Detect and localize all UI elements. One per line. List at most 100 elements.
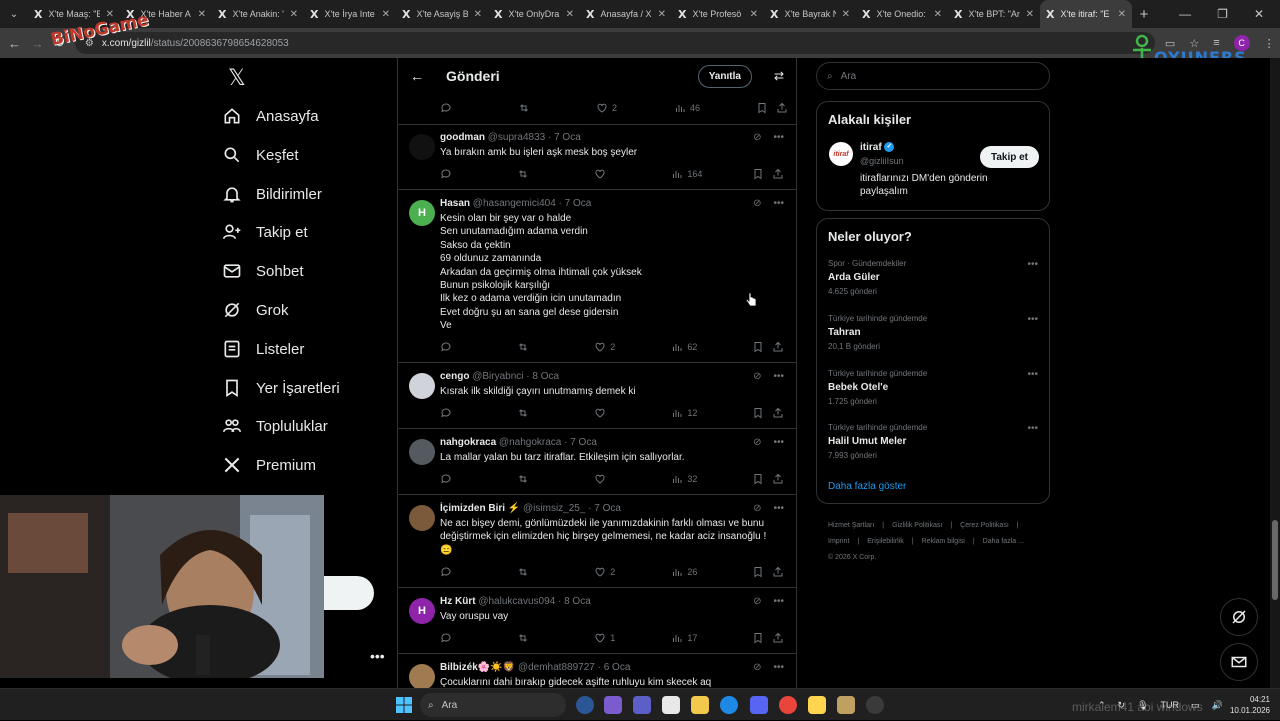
trend-item[interactable]: Spor · Gündemdekiler Arda Güler 4.625 gönd… <box>828 259 1038 296</box>
reply-button[interactable] <box>440 632 517 644</box>
tweet[interactable]: cengo @Biryabnci · 8 Oca ⊘ ••• Kısrak ilk s… <box>398 363 796 429</box>
repost-button[interactable] <box>517 566 594 578</box>
like-button[interactable] <box>594 407 671 419</box>
browser-tab[interactable]: X X'te Asayiş B ✕ <box>396 0 488 28</box>
reply-button[interactable] <box>440 473 517 485</box>
tab-close-icon[interactable]: ✕ <box>842 9 850 20</box>
tab-close-icon[interactable]: ✕ <box>566 9 574 20</box>
x-logo-icon[interactable]: 𝕏 <box>228 66 246 91</box>
tab-close-icon[interactable]: ✕ <box>474 9 482 20</box>
more-options-icon[interactable]: ••• <box>773 132 784 143</box>
trend-more-icon[interactable]: ••• <box>1027 314 1038 325</box>
avatar[interactable]: H <box>409 200 435 226</box>
author-name[interactable]: goodman <box>440 132 485 143</box>
share-icon[interactable] <box>776 102 788 114</box>
nav-notifications[interactable]: Bildirimler <box>222 179 322 209</box>
scrollbar-thumb[interactable] <box>1272 520 1278 600</box>
new-tab-button[interactable]: + <box>1132 6 1156 23</box>
page-scrollbar[interactable] <box>1270 58 1280 688</box>
grok-explain-icon[interactable]: ⊘ <box>753 662 761 673</box>
obs-icon[interactable] <box>866 696 884 714</box>
bookmark-button[interactable] <box>752 632 772 644</box>
views-button[interactable]: 12 <box>671 407 752 419</box>
views-icon[interactable]: 46 <box>674 102 756 114</box>
browser-tab[interactable]: X X'te Bayrak N ✕ <box>764 0 856 28</box>
tweet[interactable]: İçimizden Biri ⚡ @isimsiz_25_ · 7 Oca ⊘ ••… <box>398 495 796 588</box>
author-handle[interactable]: @Biryabnci · 8 Oca <box>472 371 559 382</box>
bookmark-button[interactable] <box>752 566 772 578</box>
nav-lists[interactable]: Listeler <box>222 334 304 364</box>
footer-link[interactable]: Çerez Politikası <box>960 522 1009 529</box>
author-handle[interactable]: @halukcavus094 · 8 Oca <box>478 596 590 607</box>
reply-button[interactable] <box>440 341 517 353</box>
browser-tab[interactable]: X X'te Anakin: " ✕ <box>212 0 304 28</box>
bookmark-button[interactable] <box>752 407 772 419</box>
views-button[interactable]: 32 <box>671 473 752 485</box>
grok-explain-icon[interactable]: ⊘ <box>753 503 761 514</box>
avatar[interactable] <box>409 664 435 688</box>
author-handle[interactable]: @nahgokraca · 7 Oca <box>499 437 597 448</box>
tweet[interactable]: goodman @supra4833 · 7 Oca ⊘ ••• Ya bırakın… <box>398 124 796 190</box>
nav-home[interactable]: Anasayfa <box>222 101 319 131</box>
messages-fab[interactable] <box>1220 643 1258 681</box>
bookmark-button[interactable] <box>752 341 772 353</box>
show-more-link[interactable]: Daha fazla göster <box>828 481 906 492</box>
more-options-icon[interactable]: ••• <box>773 437 784 448</box>
trend-item[interactable]: Türkiye tarihinde gündemde Tahran 20,1 B g… <box>828 314 1038 351</box>
forward-icon[interactable]: → <box>31 36 44 51</box>
views-button[interactable]: 17 <box>671 632 752 644</box>
tab-close-icon[interactable]: ✕ <box>934 9 942 20</box>
tab-close-icon[interactable]: ✕ <box>1118 9 1126 20</box>
trend-item[interactable]: Türkiye tarihinde gündemde Bebek Otel'e 1.… <box>828 369 1038 406</box>
like-button[interactable] <box>594 168 671 180</box>
repost-button[interactable] <box>517 473 594 485</box>
browser-tab[interactable]: X X'te OnlyDra ✕ <box>488 0 580 28</box>
repost-button[interactable] <box>517 632 594 644</box>
share-button[interactable] <box>772 407 788 419</box>
file-explorer-icon[interactable] <box>691 696 709 714</box>
nav-explore[interactable]: Keşfet <box>222 140 299 170</box>
menu-icon[interactable]: ⋮ <box>1264 37 1275 50</box>
browser-tab[interactable]: X X'te İrya Inte ✕ <box>304 0 396 28</box>
like-icon[interactable]: 2 <box>596 102 674 114</box>
like-button[interactable]: 2 <box>594 566 671 578</box>
more-options-icon[interactable]: ••• <box>773 503 784 514</box>
browser-tab[interactable]: X Anasayfa / X ✕ <box>580 0 672 28</box>
footer-link[interactable]: Reklam bilgisi <box>922 538 965 545</box>
taskbar-app-icon[interactable] <box>604 696 622 714</box>
nav-communities[interactable]: Topluluklar <box>222 411 328 441</box>
grok-explain-icon[interactable]: ⊘ <box>753 596 761 607</box>
reply-button[interactable] <box>440 168 517 180</box>
windows-start-icon[interactable] <box>396 697 412 713</box>
trend-more-icon[interactable]: ••• <box>1027 423 1038 434</box>
reply-button[interactable]: Yanıtla <box>697 64 752 88</box>
avatar[interactable] <box>409 439 435 465</box>
tab-close-icon[interactable]: ✕ <box>382 9 390 20</box>
more-options-icon[interactable]: ••• <box>773 662 784 673</box>
avatar[interactable] <box>409 134 435 160</box>
more-options-icon[interactable]: ••• <box>773 198 784 209</box>
bookmark-button[interactable] <box>752 168 772 180</box>
tweet[interactable]: Bilbizék🌸☀️🦁 @demhat889727 · 6 Oca ⊘ ••• Ço… <box>398 654 796 688</box>
views-button[interactable]: 164 <box>671 168 752 180</box>
author-name[interactable]: nahgokraca <box>440 437 496 448</box>
share-button[interactable] <box>772 566 788 578</box>
bookmark-button[interactable] <box>752 473 772 485</box>
browser-tab[interactable]: X X'te BPT: "Ar ✕ <box>948 0 1040 28</box>
avatar[interactable]: itiraf <box>829 142 853 166</box>
grok-fab[interactable] <box>1220 598 1258 636</box>
repost-icon[interactable] <box>518 102 596 114</box>
grok-explain-icon[interactable]: ⊘ <box>753 371 761 382</box>
browser-tab[interactable]: X X'te itiraf: "E ✕ <box>1040 0 1132 28</box>
minimize-icon[interactable]: — <box>1179 7 1191 21</box>
follow-button[interactable]: Takip et <box>980 146 1039 168</box>
close-window-icon[interactable]: ✕ <box>1254 7 1264 21</box>
edge-icon[interactable] <box>720 696 738 714</box>
url-field[interactable]: ⚙ x.com/gizlil/status/200863679865462805… <box>74 32 1155 54</box>
nav-premium[interactable]: Premium <box>222 450 316 480</box>
grok-explain-icon[interactable]: ⊘ <box>753 437 761 448</box>
share-button[interactable] <box>772 341 788 353</box>
nav-grok[interactable]: Grok <box>222 295 289 325</box>
nav-chat[interactable]: Sohbet <box>222 256 304 286</box>
author-name[interactable]: Hasan <box>440 198 470 209</box>
